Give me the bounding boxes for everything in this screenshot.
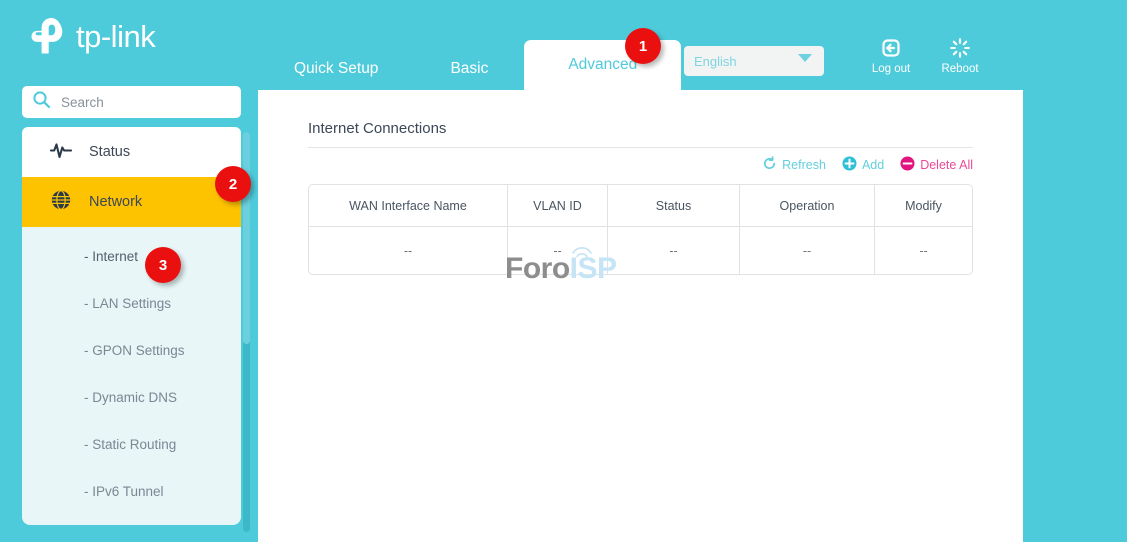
title-divider xyxy=(308,147,973,148)
tp-link-logo-icon xyxy=(26,14,70,58)
refresh-icon xyxy=(762,156,777,174)
sidebar-subitem-lan-settings[interactable]: - LAN Settings xyxy=(22,280,241,327)
minus-circle-icon xyxy=(900,156,915,174)
reboot-label: Reboot xyxy=(928,63,992,75)
column-header-status: Status xyxy=(608,184,740,227)
column-header-vlan-id: VLAN ID xyxy=(508,184,608,227)
refresh-label: Refresh xyxy=(782,158,826,172)
table-header-row: WAN Interface Name VLAN ID Status Operat… xyxy=(308,184,973,227)
logout-label: Log out xyxy=(859,63,923,75)
delete-all-label: Delete All xyxy=(920,158,973,172)
search-icon xyxy=(32,90,51,114)
cell-wan-interface-name: -- xyxy=(308,227,508,275)
brand-logo[interactable]: tp-link xyxy=(26,14,155,58)
brand-name: tp-link xyxy=(76,21,155,52)
reboot-button[interactable]: Reboot xyxy=(928,36,992,75)
cell-modify: -- xyxy=(875,227,973,275)
language-select[interactable]: English xyxy=(684,46,824,76)
annotation-badge-1: 1 xyxy=(625,28,661,64)
table-action-bar: Refresh Add Delete All xyxy=(762,156,973,174)
sidebar-item-network[interactable]: Network xyxy=(22,177,241,227)
sidebar-scrollbar-thumb[interactable] xyxy=(243,132,250,344)
pulse-icon xyxy=(50,141,72,163)
sidebar-item-network-label: Network xyxy=(89,194,142,210)
column-header-modify: Modify xyxy=(875,184,973,227)
refresh-button[interactable]: Refresh xyxy=(762,156,826,174)
main-content-panel: Internet Connections Refresh xyxy=(258,90,1023,542)
table-row[interactable]: -- -- -- -- -- xyxy=(308,227,973,275)
sidebar-subitem-static-routing[interactable]: - Static Routing xyxy=(22,421,241,468)
internet-connections-table: WAN Interface Name VLAN ID Status Operat… xyxy=(308,184,973,275)
logout-icon xyxy=(859,36,923,60)
page-title: Internet Connections xyxy=(308,120,446,137)
tab-basic[interactable]: Basic xyxy=(414,48,524,90)
main-nav-tabs: Quick Setup Basic Advanced xyxy=(258,40,681,90)
logout-button[interactable]: Log out xyxy=(859,36,923,75)
cell-operation: -- xyxy=(740,227,875,275)
cell-status: -- xyxy=(608,227,740,275)
add-button[interactable]: Add xyxy=(842,156,884,174)
router-admin-page: tp-link Quick Setup Basic Advanced Engli… xyxy=(0,0,1127,542)
sidebar-subitem-gpon-settings[interactable]: - GPON Settings xyxy=(22,327,241,374)
sidebar-menu: Status Network - Internet - LAN Setti xyxy=(22,127,241,525)
column-header-wan-interface-name: WAN Interface Name xyxy=(308,184,508,227)
search-box[interactable] xyxy=(22,86,241,118)
column-header-operation: Operation xyxy=(740,184,875,227)
sidebar-item-status[interactable]: Status xyxy=(22,127,241,177)
plus-circle-icon xyxy=(842,156,857,174)
sidebar-submenu-network: - Internet - LAN Settings - GPON Setting… xyxy=(22,227,241,525)
sidebar: Status Network - Internet - LAN Setti xyxy=(22,86,241,525)
sidebar-subitem-dynamic-dns[interactable]: - Dynamic DNS xyxy=(22,374,241,421)
sidebar-subitem-internet[interactable]: - Internet xyxy=(22,233,241,280)
search-input[interactable] xyxy=(59,94,229,111)
annotation-badge-2: 2 xyxy=(215,166,251,202)
delete-all-button[interactable]: Delete All xyxy=(900,156,973,174)
sidebar-item-status-label: Status xyxy=(89,144,130,160)
sidebar-subitem-ipv6-tunnel[interactable]: - IPv6 Tunnel xyxy=(22,468,241,515)
cell-vlan-id: -- xyxy=(508,227,608,275)
reboot-icon xyxy=(928,36,992,60)
annotation-badge-3: 3 xyxy=(145,247,181,283)
globe-icon xyxy=(50,189,72,215)
add-label: Add xyxy=(862,158,884,172)
tab-quick-setup[interactable]: Quick Setup xyxy=(258,48,414,90)
